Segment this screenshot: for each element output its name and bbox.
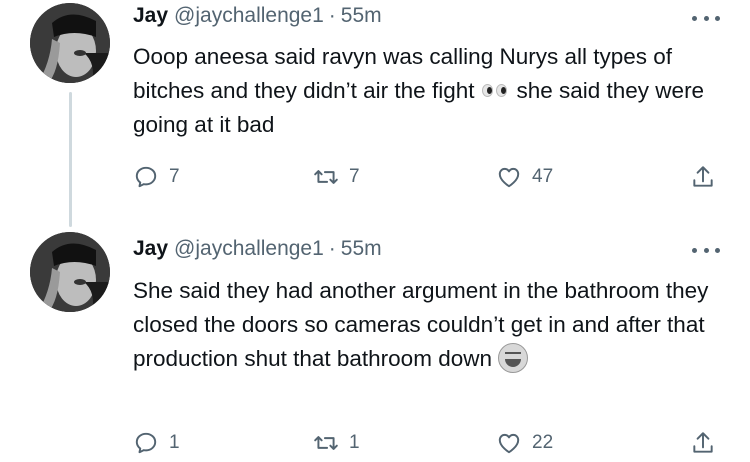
avatar[interactable] bbox=[30, 3, 110, 83]
reply-button[interactable]: 1 bbox=[133, 430, 180, 456]
thread-connector-line bbox=[69, 92, 72, 227]
action-bar: 1 1 22 bbox=[133, 430, 723, 460]
retweet-button[interactable]: 7 bbox=[313, 164, 360, 190]
separator-dot: · bbox=[328, 4, 336, 27]
reply-count: 7 bbox=[169, 166, 180, 187]
eyes-emoji-icon bbox=[480, 80, 510, 100]
like-button[interactable]: 47 bbox=[496, 164, 553, 190]
like-count: 22 bbox=[532, 432, 554, 453]
avatar[interactable] bbox=[30, 232, 110, 312]
tweet-text: Ooop aneesa said ravyn was calling Nurys… bbox=[133, 40, 728, 142]
retweet-count: 1 bbox=[349, 432, 360, 453]
action-bar: 7 7 47 bbox=[133, 164, 723, 194]
grinning-sweat-emoji-icon bbox=[497, 343, 528, 373]
author-handle[interactable]: @jaychallenge1 bbox=[174, 237, 324, 261]
like-icon bbox=[498, 167, 520, 188]
like-button[interactable]: 22 bbox=[496, 430, 553, 456]
tweet-text-part: She said they had another argument in th… bbox=[133, 278, 709, 371]
tweet-header: Jay @jaychallenge1 · 55m bbox=[133, 4, 382, 28]
reply-count: 1 bbox=[169, 432, 180, 453]
more-icon[interactable] bbox=[692, 10, 720, 26]
like-icon bbox=[498, 433, 520, 454]
tweet-header: Jay @jaychallenge1 · 55m bbox=[133, 237, 382, 261]
retweet-icon bbox=[314, 436, 338, 450]
separator-dot: · bbox=[328, 237, 336, 260]
share-icon bbox=[693, 432, 713, 453]
author-name[interactable]: Jay bbox=[133, 4, 168, 28]
reply-button[interactable]: 7 bbox=[133, 164, 180, 190]
reply-icon bbox=[135, 166, 157, 188]
retweet-button[interactable]: 1 bbox=[313, 430, 360, 456]
like-count: 47 bbox=[532, 166, 554, 187]
share-button[interactable] bbox=[690, 430, 716, 456]
timestamp[interactable]: 55m bbox=[341, 237, 382, 261]
timestamp[interactable]: 55m bbox=[341, 4, 382, 28]
retweet-count: 7 bbox=[349, 166, 360, 187]
author-handle[interactable]: @jaychallenge1 bbox=[174, 4, 324, 28]
share-button[interactable] bbox=[690, 164, 716, 190]
reply-icon bbox=[135, 432, 157, 454]
tweet-text: She said they had another argument in th… bbox=[133, 274, 728, 376]
more-icon[interactable] bbox=[692, 242, 720, 258]
share-icon bbox=[693, 166, 713, 187]
retweet-icon bbox=[314, 170, 338, 184]
author-name[interactable]: Jay bbox=[133, 237, 168, 261]
